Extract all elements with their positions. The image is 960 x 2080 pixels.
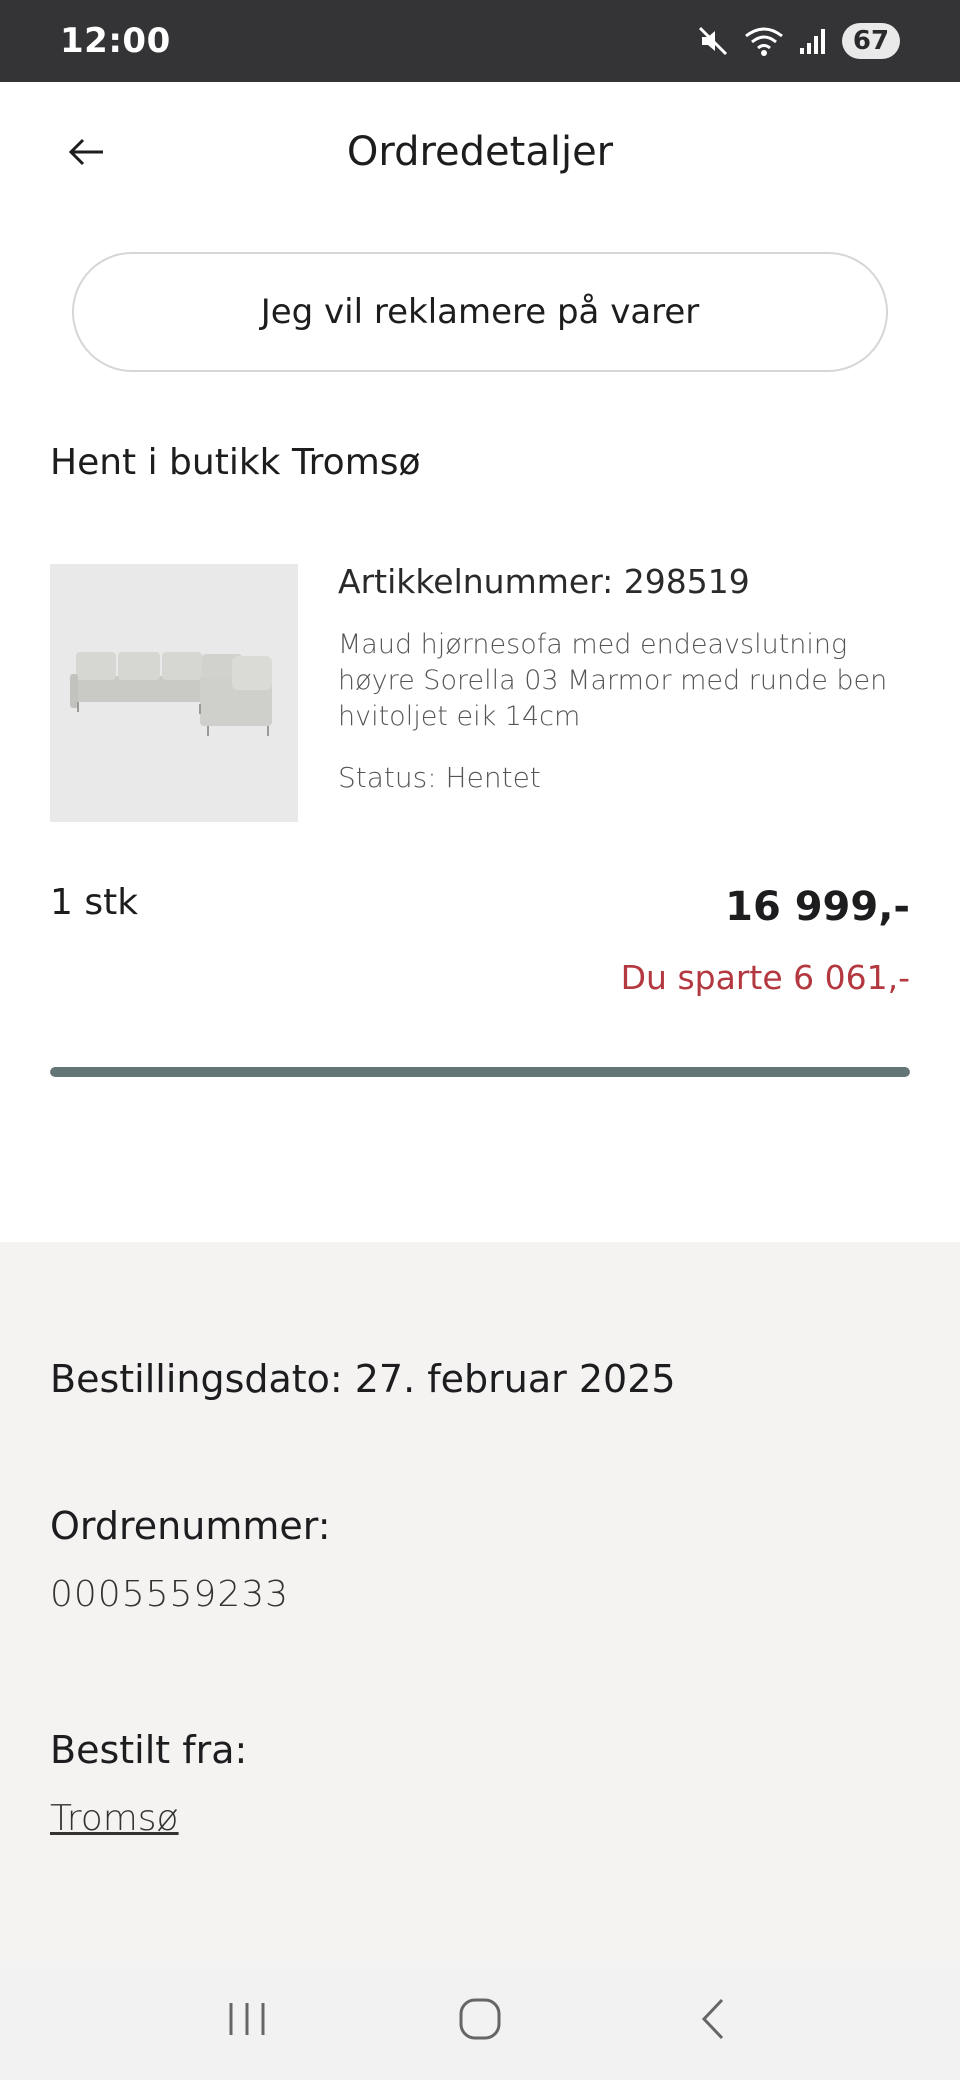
recent-apps-button[interactable]	[207, 1981, 287, 2061]
home-button[interactable]	[440, 1981, 520, 2061]
system-back-button[interactable]	[673, 1981, 753, 2061]
home-icon	[457, 1996, 503, 2046]
product-description: Maud hjørnesofa med endeavslutning høyre…	[338, 629, 888, 732]
order-progress-fill	[50, 1067, 910, 1077]
order-info-section: Bestillingsdato: 27. februar 2025 Ordrenu…	[0, 1242, 960, 1962]
battery-indicator: 67	[842, 23, 900, 59]
app-header: Ordredetaljer	[0, 82, 960, 222]
status-icons: 67	[696, 23, 900, 59]
quantity-label: 1 stk	[50, 882, 139, 923]
order-date-label: Bestillingsdato:	[50, 1357, 343, 1401]
status-time: 12:00	[60, 21, 171, 61]
savings-text: Du sparte 6 061,-	[620, 958, 910, 997]
article-number: Artikkelnummer: 298519	[338, 562, 750, 601]
sofa-image	[70, 652, 272, 736]
nav-back-icon	[696, 1996, 730, 2046]
order-number-label: Ordrenummer:	[50, 1504, 331, 1548]
back-button[interactable]	[60, 127, 114, 181]
arrow-left-icon	[67, 137, 107, 171]
status-bar: 12:00 67	[0, 0, 960, 82]
signal-icon	[798, 26, 828, 56]
order-date-value: 27. februar 2025	[354, 1357, 676, 1401]
wifi-icon	[744, 24, 784, 58]
pickup-store-title: Hent i butikk Tromsø	[50, 442, 421, 483]
product-status: Status: Hentet	[338, 761, 541, 794]
system-nav-bar	[0, 1962, 960, 2080]
mute-icon	[696, 24, 730, 58]
order-number-value: 0005559233	[50, 1574, 290, 1615]
product-image	[50, 564, 298, 822]
order-progress-bar	[50, 1067, 910, 1077]
ordered-from-label: Bestilt fra:	[50, 1728, 248, 1772]
recent-apps-icon	[225, 1999, 269, 2043]
price: 16 999,-	[725, 884, 910, 930]
order-date: Bestillingsdato: 27. februar 2025	[50, 1357, 676, 1401]
complaint-button[interactable]: Jeg vil reklamere på varer	[72, 252, 888, 372]
page-title: Ordredetaljer	[346, 129, 614, 175]
product-info: Artikkelnummer: 298519 Maud hjørnesofa m…	[338, 562, 908, 794]
ordered-from-link[interactable]: Tromsø	[50, 1798, 179, 1839]
